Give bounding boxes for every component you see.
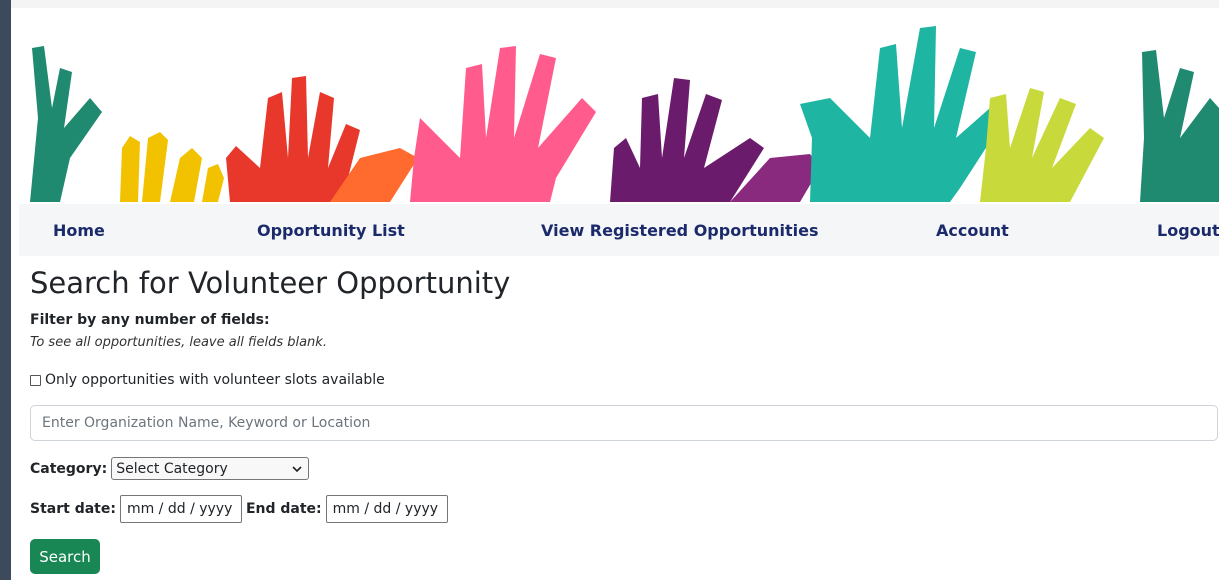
slots-available-filter: Only opportunities with volunteer slots … xyxy=(30,372,385,388)
nav-opportunity-list-link[interactable]: Opportunity List xyxy=(257,221,405,240)
category-selected-value: Select Category xyxy=(116,460,228,477)
nav-view-registered-link[interactable]: View Registered Opportunities xyxy=(541,221,819,240)
end-date-value: mm / dd / yyyy xyxy=(332,501,439,517)
category-label: Category: xyxy=(30,460,108,477)
nav-home-link[interactable]: Home xyxy=(53,221,105,240)
category-select[interactable]: Select Category xyxy=(111,457,310,480)
hands-banner-image xyxy=(30,8,1219,202)
main-navbar: Home Opportunity List View Registered Op… xyxy=(19,204,1219,256)
end-date-label: End date: xyxy=(245,501,322,517)
date-filters: Start date: mm / dd / yyyy End date: mm … xyxy=(30,495,448,523)
page-title: Search for Volunteer Opportunity xyxy=(30,266,511,300)
top-strip xyxy=(11,0,1219,8)
category-filter: Category: Select Category xyxy=(30,457,310,480)
start-date-value: mm / dd / yyyy xyxy=(126,501,233,517)
nav-logout-link[interactable]: Logout xyxy=(1157,221,1219,240)
search-input[interactable] xyxy=(30,405,1218,441)
search-button[interactable]: Search xyxy=(30,539,100,574)
slots-available-checkbox[interactable] xyxy=(30,374,41,386)
window-edge xyxy=(0,0,11,580)
filter-note: To see all opportunities, leave all fiel… xyxy=(30,335,327,350)
slots-available-label[interactable]: Only opportunities with volunteer slots … xyxy=(45,372,385,388)
nav-account-link[interactable]: Account xyxy=(936,221,1009,240)
chevron-down-icon xyxy=(292,461,302,477)
start-date-input[interactable]: mm / dd / yyyy xyxy=(119,495,242,523)
end-date-input[interactable]: mm / dd / yyyy xyxy=(325,495,448,523)
start-date-label: Start date: xyxy=(30,501,116,517)
filter-heading: Filter by any number of fields: xyxy=(30,312,270,328)
